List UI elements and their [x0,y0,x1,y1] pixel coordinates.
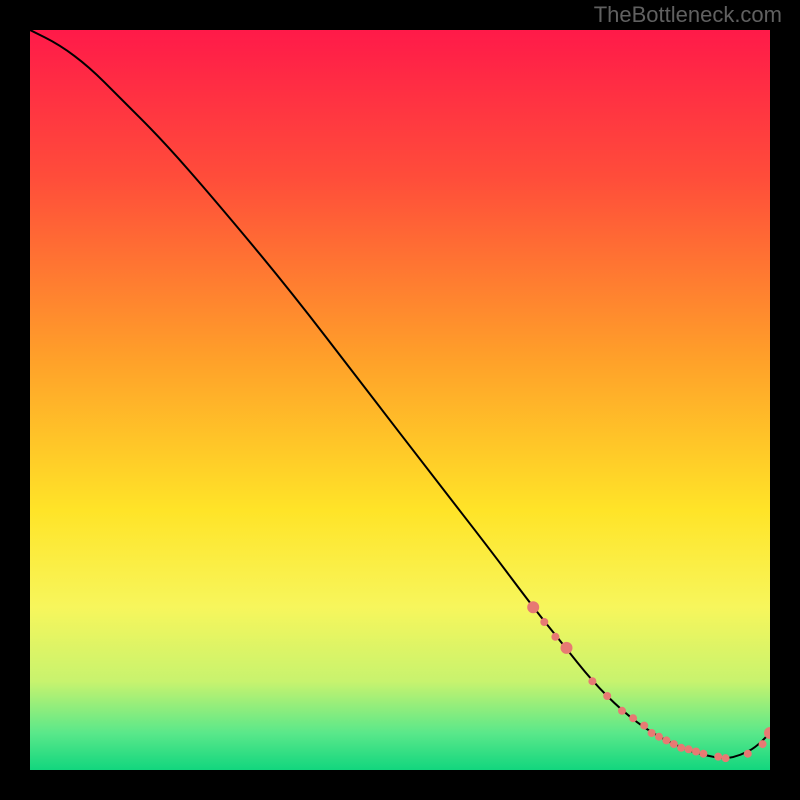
data-point [692,748,700,756]
data-point [670,740,678,748]
data-point [603,692,611,700]
plot-area [30,30,770,770]
data-point [629,714,637,722]
gradient-background [30,30,770,770]
data-point [540,618,548,626]
watermark-text: TheBottleneck.com [594,2,782,28]
data-point [677,744,685,752]
data-point [618,707,626,715]
data-point [527,601,539,613]
data-point [759,740,767,748]
data-point [744,750,752,758]
data-point [648,729,656,737]
data-point [714,753,722,761]
data-point [551,633,559,641]
data-point [561,642,573,654]
data-point [655,733,663,741]
data-point [722,754,730,762]
chart-svg [30,30,770,770]
data-point [640,722,648,730]
data-point [662,736,670,744]
data-point [699,750,707,758]
chart-frame: TheBottleneck.com [0,0,800,800]
data-point [685,745,693,753]
data-point [588,677,596,685]
